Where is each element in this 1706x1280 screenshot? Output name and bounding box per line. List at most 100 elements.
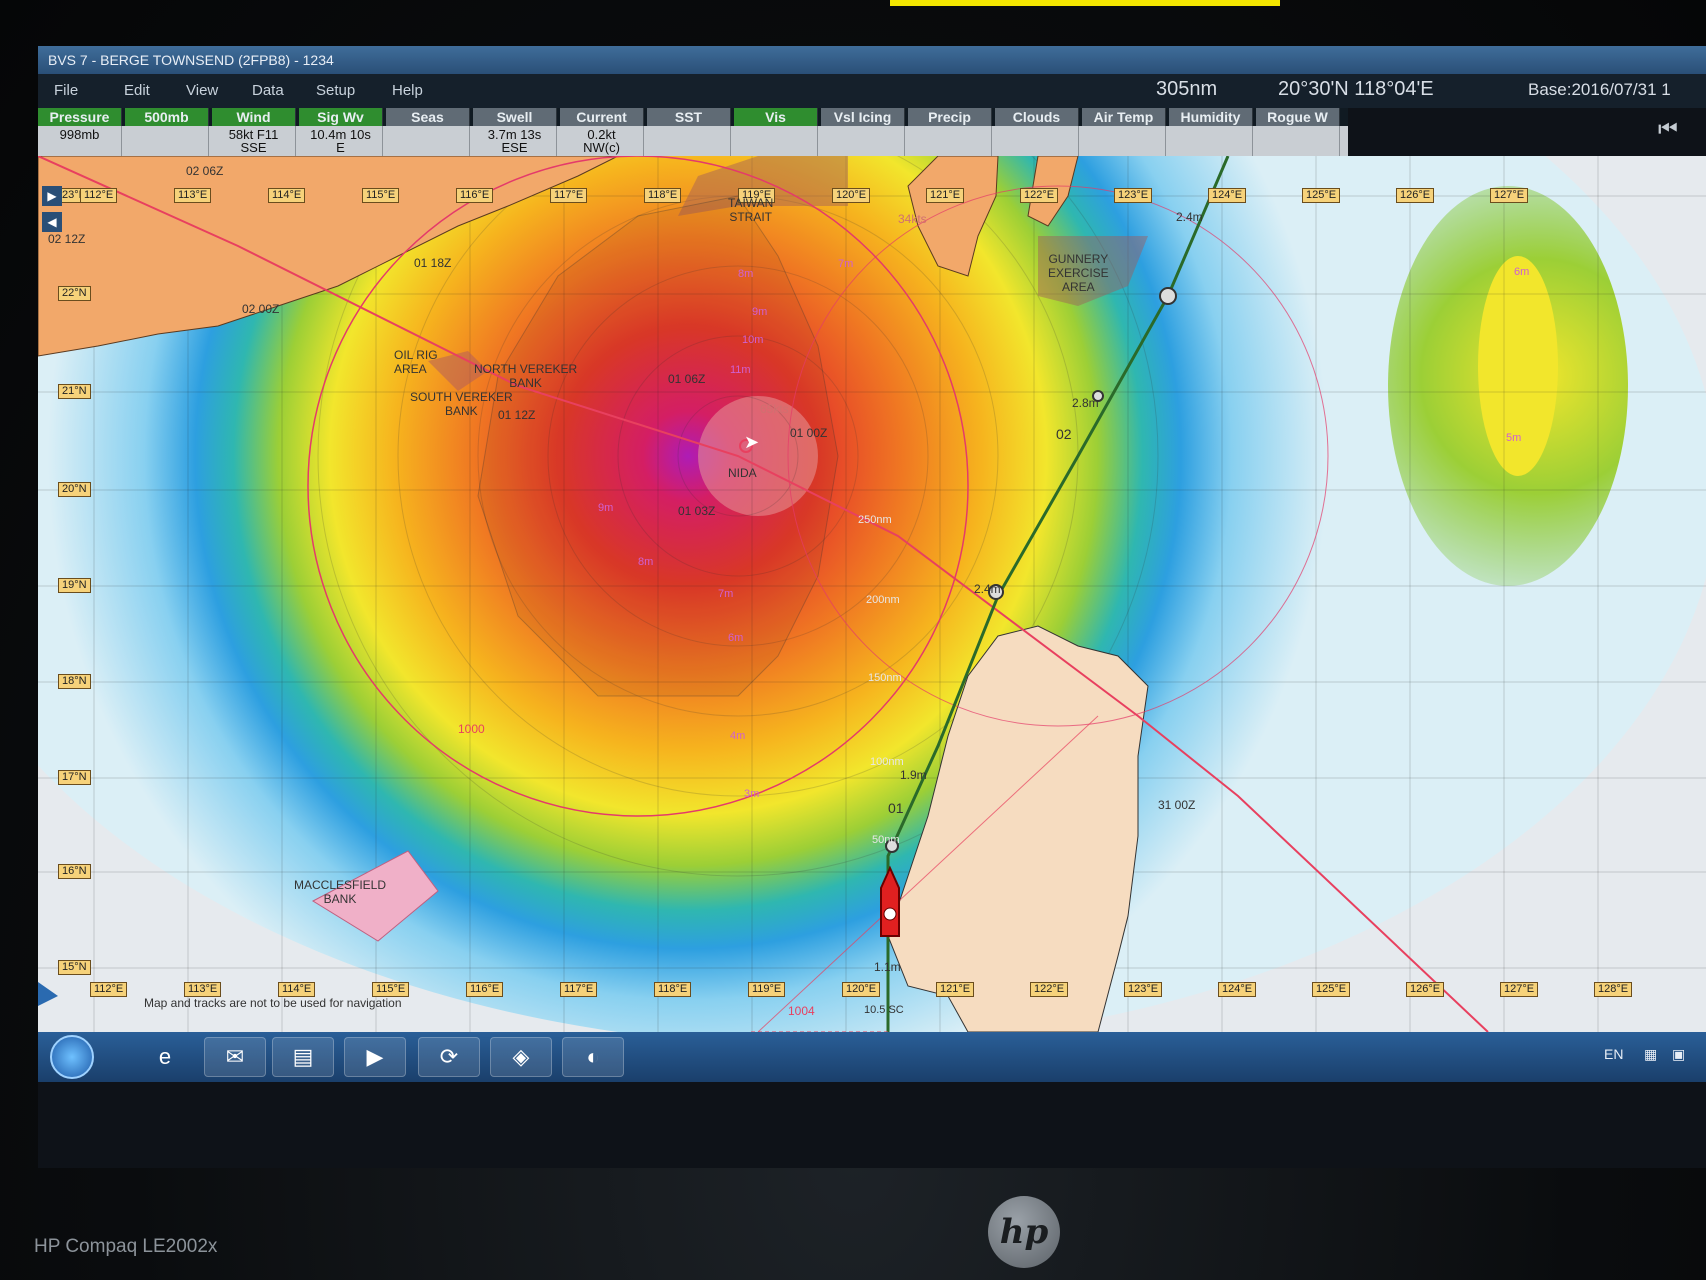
param-value [1256,126,1340,156]
taskbar: e ✉ ▤ ▶ ⟳ ◈ ◐ EN ▦ ▣ [38,1032,1706,1082]
distance-ring-label: 250nm [858,514,892,526]
lon-label-top: 118°E [644,188,682,203]
gunnery-area-label: GUNNERY EXERCISE AREA [1048,252,1109,294]
ie-icon[interactable]: e [134,1037,196,1077]
param-tab[interactable]: Pressure [38,108,122,126]
lat-label: 21°N [58,384,91,399]
yellow-sticker [890,0,1280,6]
track-time: 02 12Z [48,232,86,246]
language-indicator[interactable]: EN [1604,1046,1623,1062]
lon-label-bottom: 122°E [1030,982,1069,997]
lon-label-top: 120°E [832,188,871,203]
param-tab[interactable]: Rogue W [1256,108,1340,126]
param-tab[interactable]: Clouds [995,108,1079,126]
lon-label-bottom: 116°E [466,982,504,997]
route-wave-label: 2.8m [1072,396,1099,410]
lon-label-top: 123°E [1114,188,1153,203]
wave-height-label: 8m [638,556,654,568]
route-day-label: 01 [888,800,904,816]
start-button[interactable] [50,1035,94,1079]
menu-help[interactable]: Help [392,82,423,99]
app-icon[interactable]: ◈ [490,1037,552,1077]
track-time: 01 06Z [668,372,706,386]
param-value [1169,126,1253,156]
parameter-tabs: Pressure 500mb Wind Sig Wv Seas Swell Current S… [38,108,1348,126]
wave-height-label: 4m [730,730,746,742]
lon-label-top: 121°E [926,188,965,203]
param-value: 998mb [38,126,122,156]
screen: BVS 7 - BERGE TOWNSEND (2FPB8) - 1234 Fi… [38,46,1706,1168]
param-tab[interactable]: 500mb [125,108,209,126]
lat-label: 15°N [58,960,91,975]
param-value [908,126,992,156]
route-wave-label: 1.9m [900,768,927,782]
storm-name-label: NIDA [728,466,757,480]
param-value [1082,126,1166,156]
menu-setup[interactable]: Setup [316,82,355,99]
param-tab[interactable]: Current [560,108,644,126]
track-time: 01 03Z [678,504,716,518]
outlook-icon[interactable]: ✉ [204,1037,266,1077]
skip-back-icon[interactable]: ⏮ [1658,116,1678,142]
param-tab[interactable]: Vis [734,108,818,126]
track-time: 01 18Z [414,256,452,270]
lat-label: 22°N [58,286,91,301]
distance-ring-label: 200nm [866,594,900,606]
menu-data[interactable]: Data [252,82,284,99]
menu-file[interactable]: File [54,82,78,99]
wave-height-label: 7m [718,588,734,600]
window-titlebar[interactable]: BVS 7 - BERGE TOWNSEND (2FPB8) - 1234 [38,46,1706,74]
param-tab[interactable]: Air Temp [1082,108,1166,126]
track-time: 01 00Z [790,426,828,440]
distance-ring-label: 100nm [870,756,904,768]
lon-label-top: 117°E [550,188,588,203]
sync-icon[interactable]: ⟳ [418,1037,480,1077]
param-value: 58kt F11 SSE [212,126,296,156]
panel-expand-icon[interactable]: ▶ [42,186,62,206]
lon-label-top: 116°E [456,188,494,203]
param-tab[interactable]: Sig Wv [299,108,383,126]
route-wave-label: 2.4m [1176,210,1203,224]
param-value [386,126,470,156]
lon-label-bottom: 125°E [1312,982,1351,997]
media-player-icon[interactable]: ▶ [344,1037,406,1077]
param-value [647,126,731,156]
vessel-speed-label: 10.5 SC [864,1004,904,1016]
param-tab[interactable]: Seas [386,108,470,126]
folder-icon[interactable]: ▤ [272,1037,334,1077]
lon-label-top: 126°E [1396,188,1435,203]
param-tab[interactable]: Wind [212,108,296,126]
menu-edit[interactable]: Edit [124,82,150,99]
oil-rig-label: OIL RIG AREA [394,348,438,376]
isobar-label: 1000 [458,722,485,736]
lon-label-bottom: 127°E [1500,982,1539,997]
param-tab[interactable]: SST [647,108,731,126]
param-tab[interactable]: Humidity [1169,108,1253,126]
lon-label-top: 114°E [268,188,306,203]
param-tab[interactable]: Precip [908,108,992,126]
param-value: 10.4m 10s E [299,126,383,156]
menu-view[interactable]: View [186,82,218,99]
tray-app-icon[interactable]: ▣ [1672,1046,1685,1063]
route-wave-label: 1.1m [874,960,901,974]
wave-height-label: 10m [742,334,764,346]
lon-label-top: 125°E [1302,188,1341,203]
window-title: BVS 7 - BERGE TOWNSEND (2FPB8) - 1234 [48,52,334,68]
lon-label-bottom: 118°E [654,982,692,997]
param-tab[interactable]: Swell [473,108,557,126]
lat-label: 16°N [58,864,91,879]
panel-collapse-icon[interactable]: ◀ [42,212,62,232]
param-value [734,126,818,156]
wave-height-label: 6m [728,632,744,644]
hp-logo: hp [988,1196,1060,1268]
base-time-readout: Base:2016/07/31 1 [1528,80,1671,99]
bvs-icon[interactable]: ◐ [562,1037,624,1077]
lat-label: 18°N [58,674,91,689]
track-time: 01 12Z [498,408,536,422]
wave-height-label: 9m [598,502,614,514]
wave-height-label: 5m [1506,432,1522,444]
lat-label: 20°N [58,482,91,497]
param-tab[interactable]: Vsl Icing [821,108,905,126]
network-icon[interactable]: ▦ [1644,1046,1657,1063]
weather-map[interactable]: 23°N 22°N 21°N 20°N 19°N 18°N 17°N 16°N … [38,156,1706,1032]
